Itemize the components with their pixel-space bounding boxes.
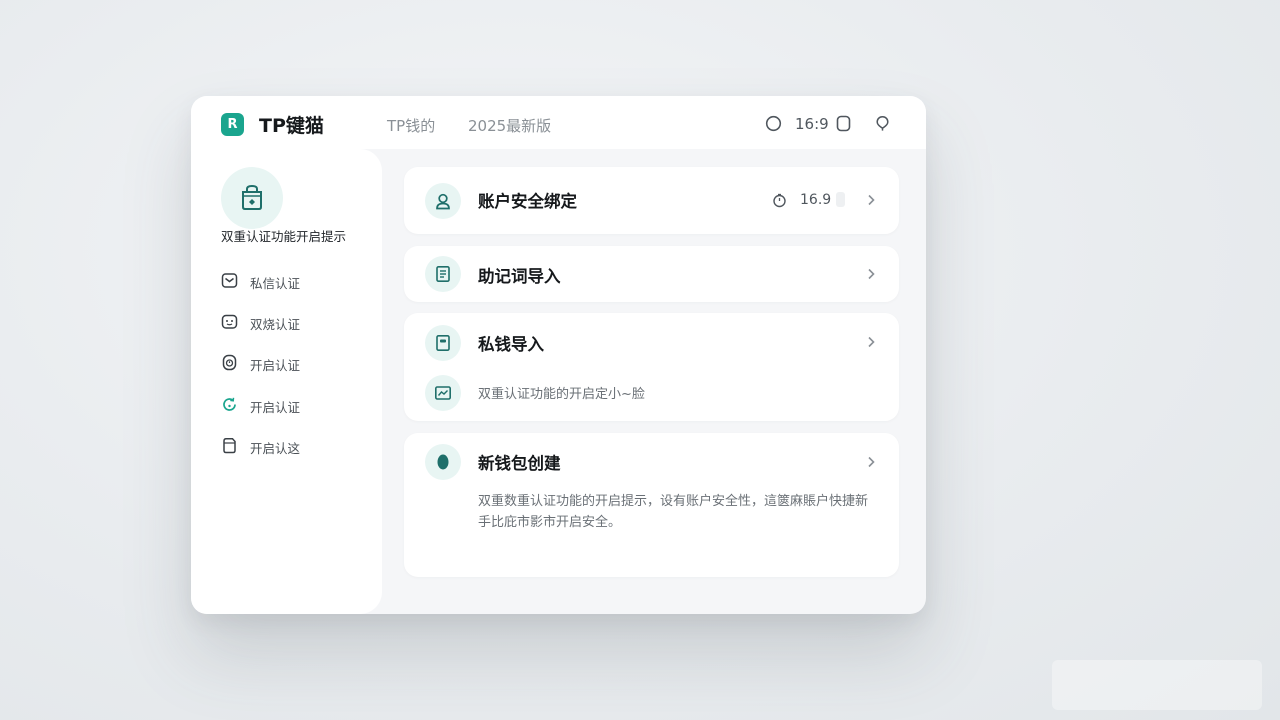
card-account-security-binding[interactable]: 账户安全绑定 16.9 [404,167,899,234]
lock-bag-icon [242,184,262,210]
sidebar-title: 双重认证功能开启提示 [221,229,347,244]
card-title: 助记词导入 [478,267,561,286]
top-bar: R TP键猫 TP钱的 2025最新版 16:9 [191,96,926,149]
sidebar-item-label: 开启认证 [250,358,301,373]
chevron-right-icon[interactable] [864,455,878,469]
sidebar-hero-badge [221,167,283,229]
card-icon-badge [425,183,461,219]
leaf-icon [437,454,449,470]
card-sub-icon-badge [425,375,461,411]
timer-icon [773,193,786,208]
document-icon [223,438,236,454]
chart-icon [434,386,451,400]
card-description: 双重数重认证功能的开启提示，设有账户安全性，這篋麻賬户快捷新手比庇市影市开启安全… [478,494,869,530]
card-icon-badge [425,325,461,361]
mail-icon [221,273,238,288]
card-private-key-import[interactable]: 私钱导入 双重认证功能的开启定小~脸 [404,313,899,421]
sidebar-item-enable-auth-1[interactable]: 开启认证 [221,351,361,375]
sidebar-item-label: 开启认证 [250,400,301,415]
sidebar: 双重认证功能开启提示 私信认证 双烧认证 开启认证 开启认证 开启认这 [191,149,382,614]
card-meta-pill [836,192,845,207]
app-title: TP键猫 [259,115,324,137]
aspect-ratio-label[interactable]: 16:9 [795,115,829,133]
tab-latest-version[interactable]: 2025最新版 [468,115,551,136]
tab-wallet[interactable]: TP钱的 [387,115,435,136]
user-icon [436,193,450,210]
robot-face-icon [221,314,238,329]
circle-icon[interactable] [765,115,782,132]
sidebar-item-enable-auth-3[interactable]: 开启认这 [221,434,361,458]
card-new-wallet-creation[interactable]: 新钱包创建 双重数重认证功能的开启提示，设有账户安全性，這篋麻賬户快捷新手比庇市… [404,433,899,577]
card-title: 账户安全绑定 [478,192,577,211]
card-mnemonic-import[interactable]: 助记词导入 [404,246,899,302]
sidebar-item-enable-auth-2[interactable]: 开启认证 [221,393,361,417]
chevron-right-icon[interactable] [864,193,878,207]
rounded-square-icon[interactable] [835,115,852,132]
card-title: 新钱包创建 [478,454,561,473]
sidebar-item-dual-auth[interactable]: 双烧认证 [221,310,361,334]
sidebar-item-label: 开启认这 [250,441,301,456]
card-title: 私钱导入 [478,335,544,354]
chevron-right-icon[interactable] [864,335,878,349]
card-icon-badge [425,256,461,292]
notes-icon [436,265,450,282]
card-sub-label: 双重认证功能的开启定小~脸 [478,387,645,402]
app-window: R TP键猫 TP钱的 2025最新版 16:9 双重认证功能开启提示 私信认证… [191,96,926,614]
card-icon-badge [425,444,461,480]
clock-badge-icon [222,354,237,371]
refresh-icon [223,397,236,411]
app-logo: R [221,113,244,136]
chevron-right-icon[interactable] [864,267,878,281]
card-meta-value: 16.9 [800,192,832,208]
sidebar-item-private-message-auth[interactable]: 私信认证 [221,269,361,293]
location-pin-icon[interactable] [874,115,891,132]
sidebar-item-label: 私信认证 [250,276,301,291]
wallet-icon [436,334,450,351]
sidebar-item-label: 双烧认证 [250,317,301,332]
watermark [1052,660,1262,710]
